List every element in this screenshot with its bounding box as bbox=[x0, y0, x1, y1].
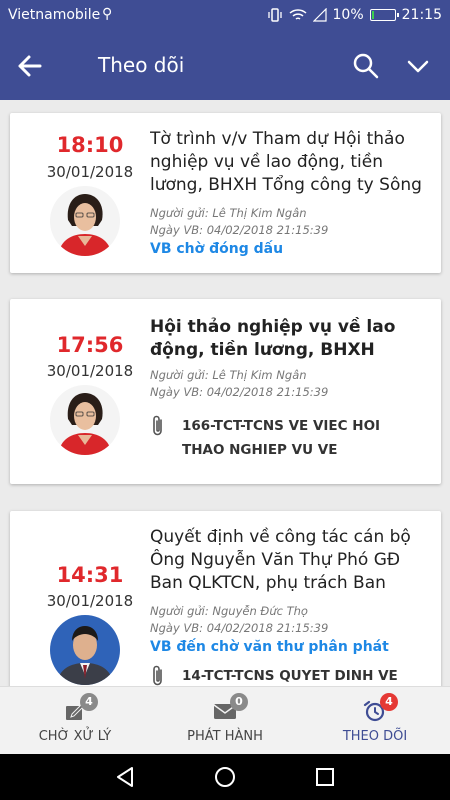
document-doc-date: Ngày VB: 04/02/2018 21:15:39 bbox=[150, 621, 329, 635]
avatar bbox=[50, 186, 120, 256]
attachment-name: 166-TCT-TCNS VE VIEC HOI THAO NGHIEP VU … bbox=[182, 418, 381, 458]
battery-icon bbox=[369, 9, 399, 21]
attachment-name: 14-TCT-TCNS QUYET DINH VE bbox=[182, 668, 398, 684]
document-doc-date: Ngày VB: 04/02/2018 21:15:39 bbox=[150, 385, 329, 399]
avatar bbox=[50, 615, 120, 685]
usb-icon: ⚲ bbox=[102, 6, 113, 22]
document-time: 14:31 bbox=[56, 563, 124, 587]
document-sender: Người gửi: Lê Thị Kim Ngân bbox=[150, 368, 307, 382]
tab-label: PHÁT HÀNH bbox=[187, 729, 263, 744]
following-count-badge: 4 bbox=[380, 693, 398, 711]
document-time: 18:10 bbox=[56, 133, 124, 157]
wifi-icon bbox=[289, 9, 307, 20]
battery-percent: 10% bbox=[332, 7, 364, 23]
tab-label: THEO DÕI bbox=[342, 729, 408, 744]
vibrate-icon bbox=[267, 8, 282, 22]
document-status: VB đến chờ văn thư phân phát bbox=[150, 639, 389, 655]
back-arrow-icon[interactable] bbox=[14, 51, 44, 81]
tab-label: CHỜ XỬ LÝ bbox=[38, 729, 112, 744]
carrier-name: Vietnamobile bbox=[8, 7, 101, 23]
document-card[interactable]: 18:10 30/01/2018 Tờ trình v/v Tham dự Hộ… bbox=[10, 113, 441, 273]
search-icon[interactable] bbox=[352, 52, 380, 80]
clock: 21:15 bbox=[401, 7, 442, 23]
signal-icon bbox=[312, 8, 327, 22]
document-doc-date: Ngày VB: 04/02/2018 21:15:39 bbox=[150, 223, 329, 237]
tab-phat-hanh[interactable]: 0 PHÁT HÀNH bbox=[150, 687, 300, 755]
document-time: 17:56 bbox=[56, 333, 124, 357]
document-date: 30/01/2018 bbox=[46, 362, 134, 380]
document-subject: Quyết định về công tác cán bộ Ông Nguyễn… bbox=[150, 527, 411, 593]
chevron-down-icon[interactable] bbox=[404, 52, 432, 80]
document-date: 30/01/2018 bbox=[46, 163, 134, 181]
pending-count-badge: 4 bbox=[80, 693, 98, 711]
issued-count-badge: 0 bbox=[230, 693, 248, 711]
home-circle-icon[interactable] bbox=[214, 766, 236, 788]
document-sender: Người gửi: Nguyễn Đức Thọ bbox=[150, 604, 308, 618]
paperclip-icon bbox=[153, 665, 162, 686]
avatar bbox=[50, 385, 120, 455]
page-title: Theo dõi bbox=[98, 53, 185, 77]
document-subject: Tờ trình v/v Tham dự Hội thảo nghiệp vụ … bbox=[150, 129, 422, 195]
document-card[interactable]: 14:31 30/01/2018 Quyết định về công tác … bbox=[10, 511, 441, 686]
tab-theo-doi[interactable]: 4 THEO DÕI bbox=[300, 687, 450, 755]
bottom-navigation: 4 CHỜ XỬ LÝ 0 PHÁT HÀNH 4 THEO DÕI bbox=[0, 686, 450, 754]
document-date: 30/01/2018 bbox=[46, 592, 134, 610]
document-sender: Người gửi: Lê Thị Kim Ngân bbox=[150, 206, 307, 220]
paperclip-icon bbox=[153, 415, 162, 436]
system-navigation-bar bbox=[0, 754, 450, 800]
back-triangle-icon[interactable] bbox=[114, 766, 136, 788]
document-card[interactable]: 17:56 30/01/2018 Hội thảo nghiệp vụ về l… bbox=[10, 299, 441, 484]
document-subject: Hội thảo nghiệp vụ về lao động, tiền lươ… bbox=[150, 317, 396, 360]
recents-square-icon[interactable] bbox=[314, 766, 336, 788]
status-bar: Vietnamobile ⚲ 10% 21:15 bbox=[0, 0, 450, 32]
tab-cho-xu-ly[interactable]: 4 CHỜ XỬ LÝ bbox=[0, 687, 150, 755]
document-list: 18:10 30/01/2018 Tờ trình v/v Tham dự Hộ… bbox=[0, 100, 450, 686]
document-status: VB chờ đóng dấu bbox=[150, 241, 284, 257]
app-bar: Theo dõi bbox=[0, 32, 450, 100]
